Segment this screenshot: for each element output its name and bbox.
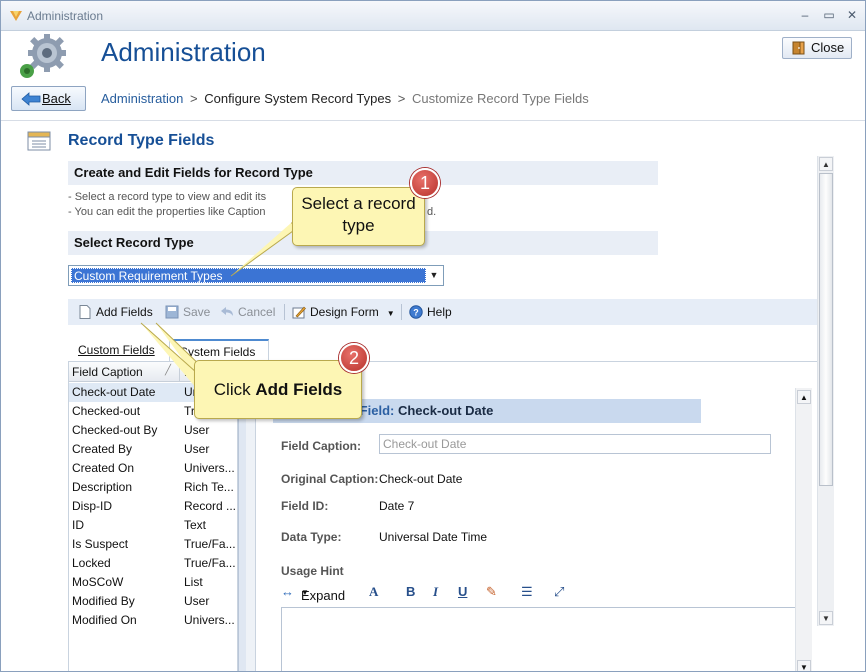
description-line-1: - Select a record type to view and edit … xyxy=(68,191,267,203)
rich-text-toolbar: ↔ Expand ▼ A B I U ✎ ☰ ⤢ xyxy=(281,584,565,603)
usage-hint-label: Usage Hint xyxy=(281,564,344,578)
table-row[interactable]: Locked True/Fa... xyxy=(69,554,238,573)
window-title: Administration xyxy=(27,9,104,23)
detail-scrollbar[interactable]: ▲ ▼ xyxy=(795,388,812,671)
underline-icon[interactable]: U xyxy=(458,584,467,599)
maximize-icon[interactable]: ▭ xyxy=(820,7,838,23)
field-id-label: Field ID: xyxy=(281,499,329,513)
breadcrumb-customize-fields: Customize Record Type Fields xyxy=(411,91,589,106)
table-row[interactable]: Description Rich Te... xyxy=(69,478,238,497)
table-row[interactable]: Is Suspect True/Fa... xyxy=(69,535,238,554)
column-header-field-caption[interactable]: Field Caption xyxy=(72,365,143,379)
tab-custom-fields[interactable]: Custom Fields xyxy=(68,339,165,361)
callout-select-record-type: Select a record type xyxy=(292,187,425,246)
save-button[interactable]: Save xyxy=(165,304,210,320)
usage-hint-editor[interactable] xyxy=(281,607,797,671)
administration-window: Administration – ▭ ✕ Administration Back xyxy=(0,0,866,672)
field-id-value: Date 7 xyxy=(379,499,415,513)
breadcrumb-administration[interactable]: Administration xyxy=(101,91,183,106)
scroll-up-icon[interactable]: ▲ xyxy=(797,390,811,404)
main-scrollbar[interactable]: ▲ ▼ xyxy=(817,156,834,626)
design-form-button[interactable]: Design Form ▼ xyxy=(292,304,395,320)
table-row[interactable]: Created On Univers... xyxy=(69,459,238,478)
door-icon xyxy=(792,41,805,55)
content-area: Record Type Fields ▲ ▼ Create and Edit F… xyxy=(1,121,865,671)
scroll-down-icon[interactable]: ▼ xyxy=(797,660,811,671)
gear-icon xyxy=(20,34,66,78)
original-caption-label: Original Caption: xyxy=(281,472,379,486)
fullscreen-icon[interactable]: ⤢ xyxy=(554,584,564,600)
app-icon xyxy=(10,11,22,21)
data-type-label: Data Type: xyxy=(281,530,342,544)
table-row[interactable]: Modified On Univers... xyxy=(69,611,238,630)
close-button-label: Close xyxy=(811,40,845,55)
close-button[interactable]: Close xyxy=(782,37,852,59)
svg-text:?: ? xyxy=(413,308,419,318)
expand-arrows-icon: ↔ xyxy=(281,584,294,599)
description-line-2: - You can edit the properties like Capti… xyxy=(68,206,266,218)
table-row[interactable]: Checked-out By User xyxy=(69,421,238,440)
help-button[interactable]: ? Help xyxy=(409,304,452,320)
scroll-up-icon[interactable]: ▲ xyxy=(819,157,833,171)
table-row[interactable]: Disp-ID Record ... xyxy=(69,497,238,516)
field-caption-input[interactable]: Check-out Date xyxy=(379,434,771,454)
toolbar-divider xyxy=(401,304,402,320)
back-button-label: Back xyxy=(42,91,71,106)
column-header-data-type[interactable]: D xyxy=(184,365,193,379)
sort-icon: ╱ xyxy=(165,365,172,376)
data-type-value: Universal Date Time xyxy=(379,530,488,544)
callout-badge-2: 2 xyxy=(339,343,369,373)
table-row[interactable]: Created By User xyxy=(69,440,238,459)
scroll-down-icon[interactable]: ▼ xyxy=(819,611,833,625)
fields-toolbar: Add Fields Save Cancel Design Form ▼ ? Hel… xyxy=(68,299,817,325)
add-fields-button[interactable]: Add Fields xyxy=(78,304,153,320)
bold-icon[interactable]: B xyxy=(406,584,415,599)
save-icon xyxy=(165,305,179,319)
toolbar-divider xyxy=(284,304,285,320)
callout-badge-1: 1 xyxy=(410,168,440,198)
italic-icon[interactable]: I xyxy=(433,584,438,600)
back-button[interactable]: Back xyxy=(11,86,86,111)
help-icon: ? xyxy=(409,305,423,319)
undo-arrow-icon xyxy=(221,307,233,316)
minimize-icon[interactable]: – xyxy=(796,7,814,23)
font-icon[interactable]: A xyxy=(369,584,378,600)
header: Administration Back Close Administration… xyxy=(1,31,865,121)
breadcrumb-separator: > xyxy=(397,91,406,106)
page-title: Administration xyxy=(101,37,266,67)
breadcrumb: Administration > Configure System Record… xyxy=(101,91,589,106)
description-line-2-tail: d. xyxy=(427,206,437,218)
section-title: Record Type Fields xyxy=(68,132,215,149)
record-type-select[interactable]: Custom Requirement Types ▼ xyxy=(68,265,444,286)
chevron-down-icon[interactable]: ▼ xyxy=(427,269,441,282)
breadcrumb-separator: > xyxy=(190,91,198,106)
original-caption-value: Check-out Date xyxy=(379,472,463,486)
cancel-button[interactable]: Cancel xyxy=(220,304,275,320)
record-type-fields-icon xyxy=(27,131,51,151)
callout-click-add-fields: Click Add Fields xyxy=(194,360,362,419)
table-row[interactable]: Modified By User xyxy=(69,592,238,611)
field-caption-label: Field Caption: xyxy=(281,439,361,453)
table-row[interactable]: MoSCoW List xyxy=(69,573,238,592)
breadcrumb-configure-record-types[interactable]: Configure System Record Types xyxy=(204,91,391,106)
close-icon[interactable]: ✕ xyxy=(843,7,861,23)
create-edit-heading: Create and Edit Fields for Record Type xyxy=(68,161,658,185)
scroll-thumb[interactable] xyxy=(819,173,833,486)
table-row[interactable]: ID Text xyxy=(69,516,238,535)
highlight-brush-icon[interactable]: ✎ xyxy=(486,584,497,600)
tab-system-fields[interactable]: System Fields xyxy=(169,339,269,361)
new-document-icon xyxy=(79,305,91,319)
design-form-dropdown-icon: ▼ xyxy=(386,309,395,318)
field-tabs: Custom Fields System Fields xyxy=(68,339,818,361)
record-type-select-value: Custom Requirement Types xyxy=(71,268,426,283)
bullet-list-icon[interactable]: ☰ xyxy=(521,584,533,600)
design-form-icon xyxy=(292,306,306,319)
back-arrow-icon xyxy=(21,92,41,106)
title-bar: Administration – ▭ ✕ xyxy=(1,1,865,31)
